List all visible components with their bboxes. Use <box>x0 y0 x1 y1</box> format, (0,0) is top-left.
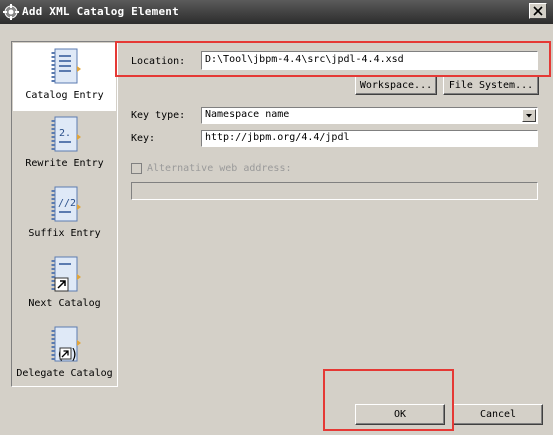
ok-highlight-box <box>323 369 454 431</box>
alternative-web-address-field[interactable] <box>131 182 538 200</box>
alternative-web-address-label: Alternative web address: <box>147 163 292 174</box>
sidebar-item-delegate-catalog[interactable]: ( ) Delegate Catalog <box>13 324 116 386</box>
close-button[interactable] <box>529 3 547 19</box>
sidebar-item-label: Next Catalog <box>28 298 101 309</box>
key-type-label: Key type: <box>131 110 186 121</box>
sidebar-item-label: Catalog Entry <box>25 90 104 101</box>
sidebar-item-label: Delegate Catalog <box>16 368 113 379</box>
svg-text:2.: 2. <box>59 128 71 139</box>
rewrite-entry-icon: 2. <box>51 116 81 152</box>
catalog-entry-icon <box>51 48 81 84</box>
sidebar-item-suffix-entry[interactable]: //2 Suffix Entry <box>13 184 116 250</box>
window-title: Add XML Catalog Element <box>22 5 179 18</box>
location-highlight-box <box>115 41 551 77</box>
delegate-catalog-icon: ( ) <box>51 326 81 363</box>
key-type-value: Namespace name <box>205 109 290 120</box>
workspace-button[interactable]: Workspace... <box>355 76 437 95</box>
svg-text://2: //2 <box>58 198 76 209</box>
cancel-button[interactable]: Cancel <box>453 404 543 425</box>
close-icon <box>533 6 543 16</box>
chevron-down-icon <box>526 114 532 118</box>
sidebar-item-label: Rewrite Entry <box>25 158 104 169</box>
key-label: Key: <box>131 133 156 144</box>
next-catalog-icon <box>51 256 81 292</box>
sidebar-item-label: Suffix Entry <box>28 228 101 239</box>
title-bar: Add XML Catalog Element <box>0 0 553 24</box>
alternative-web-address-checkbox[interactable] <box>131 163 142 174</box>
file-system-button[interactable]: File System... <box>443 76 539 95</box>
sidebar-item-rewrite-entry[interactable]: 2. Rewrite Entry <box>13 114 116 180</box>
dropdown-arrow-button[interactable] <box>522 109 536 122</box>
suffix-entry-icon: //2 <box>51 186 81 222</box>
key-type-select[interactable]: Namespace name <box>201 107 538 124</box>
app-icon <box>3 4 19 20</box>
sidebar-item-catalog-entry[interactable]: Catalog Entry <box>13 43 116 111</box>
key-field[interactable]: http://jbpm.org/4.4/jpdl <box>201 130 538 147</box>
sidebar-item-next-catalog[interactable]: Next Catalog <box>13 254 116 320</box>
